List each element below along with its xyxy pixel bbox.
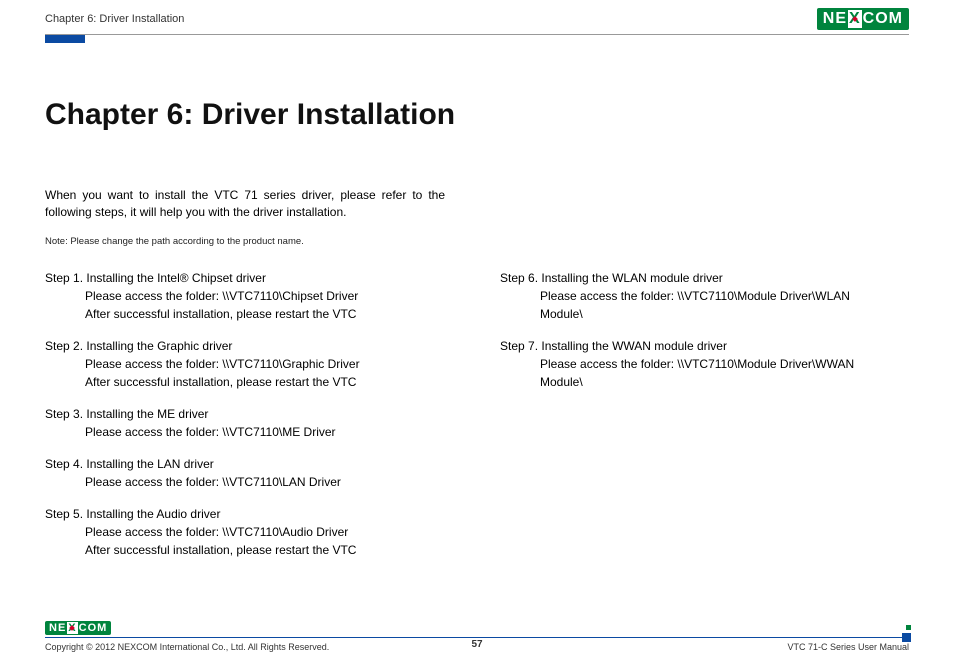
page-title: Chapter 6: Driver Installation <box>45 98 909 132</box>
copyright-text: Copyright © 2012 NEXCOM International Co… <box>45 642 329 652</box>
footer-rule <box>45 637 909 638</box>
header-blue-tab <box>45 34 85 43</box>
page-footer: NEXCOM Copyright © 2012 NEXCOM Internati… <box>45 621 909 652</box>
steps-columns: Step 1. Installing the Intel® Chipset dr… <box>45 269 909 573</box>
step-title: Step 6. Installing the WLAN module drive… <box>500 269 895 287</box>
intro-paragraph: When you want to install the VTC 71 seri… <box>45 187 445 222</box>
install-step: Step 2. Installing the Graphic driverPle… <box>45 337 440 391</box>
steps-column-left: Step 1. Installing the Intel® Chipset dr… <box>45 269 440 573</box>
page-content: Chapter 6: Driver Installation When you … <box>0 43 954 573</box>
step-title: Step 7. Installing the WWAN module drive… <box>500 337 895 355</box>
install-step: Step 4. Installing the LAN driverPlease … <box>45 455 440 491</box>
header-rule <box>45 34 909 35</box>
footer-logo-box: NEXCOM <box>45 621 111 635</box>
header-chapter-label: Chapter 6: Driver Installation <box>45 13 184 25</box>
step-title: Step 1. Installing the Intel® Chipset dr… <box>45 269 440 287</box>
nexcom-logo: NEXCOM <box>817 8 909 30</box>
logo-part-com: COM <box>863 10 903 28</box>
logo-part-x: X <box>848 10 862 28</box>
logo-box: NEXCOM <box>817 8 909 30</box>
install-step: Step 3. Installing the ME driverPlease a… <box>45 405 440 441</box>
page-number: 57 <box>471 639 482 650</box>
step-title: Step 4. Installing the LAN driver <box>45 455 440 473</box>
logo-part-x: X <box>67 622 77 634</box>
page-header: Chapter 6: Driver Installation NEXCOM <box>0 0 954 34</box>
logo-part-ne: NE <box>823 10 847 28</box>
step-title: Step 3. Installing the ME driver <box>45 405 440 423</box>
install-step: Step 1. Installing the Intel® Chipset dr… <box>45 269 440 323</box>
logo-part-ne: NE <box>49 622 66 634</box>
step-detail: Please access the folder: \\VTC7110\Modu… <box>500 287 895 323</box>
step-detail: Please access the folder: \\VTC7110\Chip… <box>45 287 440 305</box>
step-detail: Please access the folder: \\VTC7110\Modu… <box>500 355 895 391</box>
step-detail: After successful installation, please re… <box>45 305 440 323</box>
install-step: Step 6. Installing the WLAN module drive… <box>500 269 895 323</box>
step-title: Step 2. Installing the Graphic driver <box>45 337 440 355</box>
logo-part-com: COM <box>79 622 108 634</box>
install-step: Step 7. Installing the WWAN module drive… <box>500 337 895 391</box>
footer-row: Copyright © 2012 NEXCOM International Co… <box>45 642 909 652</box>
manual-name: VTC 71-C Series User Manual <box>787 642 909 652</box>
step-detail: After successful installation, please re… <box>45 373 440 391</box>
step-detail: Please access the folder: \\VTC7110\Audi… <box>45 523 440 541</box>
step-detail: Please access the folder: \\VTC7110\LAN … <box>45 473 440 491</box>
step-title: Step 5. Installing the Audio driver <box>45 505 440 523</box>
step-detail: Please access the folder: \\VTC7110\Grap… <box>45 355 440 373</box>
steps-column-right: Step 6. Installing the WLAN module drive… <box>500 269 895 573</box>
note-text: Note: Please change the path according t… <box>45 236 909 247</box>
footer-logo: NEXCOM <box>45 621 909 635</box>
step-detail: Please access the folder: \\VTC7110\ME D… <box>45 423 440 441</box>
step-detail: After successful installation, please re… <box>45 541 440 559</box>
install-step: Step 5. Installing the Audio driverPleas… <box>45 505 440 559</box>
